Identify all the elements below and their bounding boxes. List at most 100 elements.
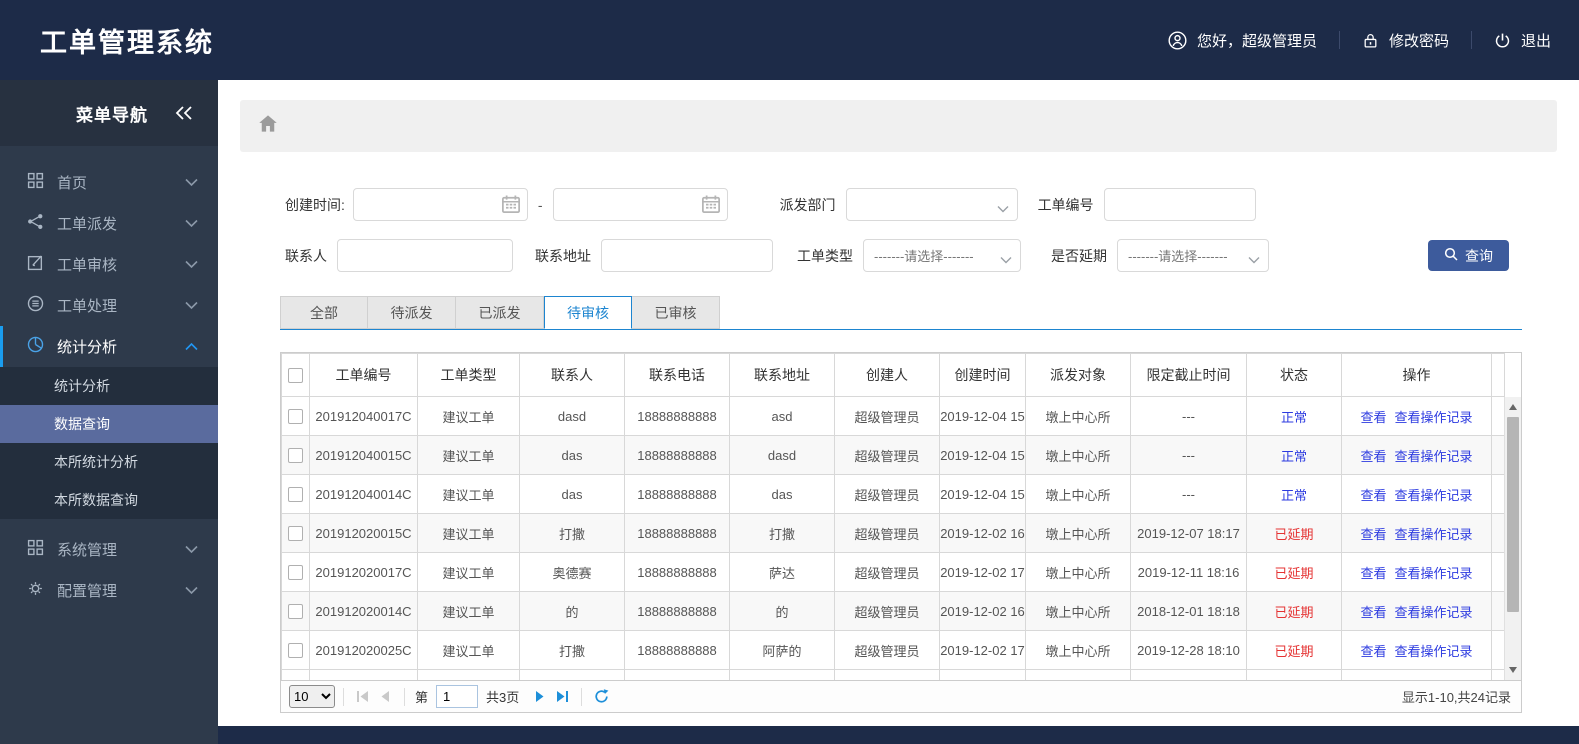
row-checkbox[interactable] <box>288 448 303 464</box>
row-checkbox[interactable] <box>288 565 303 581</box>
contact-input[interactable] <box>337 239 513 272</box>
change-password-label: 修改密码 <box>1388 32 1449 50</box>
scroll-down-icon[interactable] <box>1509 667 1517 673</box>
first-page-button[interactable] <box>352 690 375 703</box>
sidebar-item-review[interactable]: 工单审核 <box>0 244 218 285</box>
cell: 超级管理员 <box>834 396 940 436</box>
chevron-down-icon <box>997 201 1009 216</box>
power-icon <box>1494 32 1511 49</box>
sidebar-subitem-statistics-analysis[interactable]: 统计分析 <box>0 367 218 405</box>
chevron-down-icon <box>185 260 198 269</box>
chevron-down-icon <box>185 178 198 187</box>
gear-icon <box>27 580 44 601</box>
sidebar-subitem-data-query[interactable]: 数据查询 <box>0 405 218 443</box>
tab-to-review[interactable]: 待审核 <box>544 296 632 329</box>
sidebar-item-system[interactable]: 系统管理 <box>0 529 218 570</box>
view-link[interactable]: 查看 <box>1360 527 1386 542</box>
status-badge: 已延期 <box>1246 630 1342 670</box>
vertical-scrollbar[interactable] <box>1504 397 1521 680</box>
page-prefix: 第 <box>415 690 429 705</box>
page-size-select[interactable]: 10 <box>289 685 335 708</box>
view-log-link[interactable]: 查看操作记录 <box>1395 644 1473 659</box>
table-row: 201912020014C 建议工单的 18888888888 的超级管理员 2019-… <box>281 591 1505 631</box>
view-link[interactable]: 查看 <box>1360 488 1386 503</box>
row-checkbox[interactable] <box>288 604 303 620</box>
sidebar-collapse-icon[interactable] <box>174 105 194 121</box>
column-header: 限定截止时间 <box>1130 353 1247 397</box>
view-link[interactable]: 查看 <box>1360 410 1386 425</box>
user-greeting[interactable]: 您好，超级管理员 <box>1168 30 1317 51</box>
grid-icon <box>27 172 44 193</box>
order-type-select[interactable]: -------请选择------- <box>863 239 1021 272</box>
cell: 打撒 <box>519 630 625 670</box>
tab-all[interactable]: 全部 <box>280 296 368 329</box>
column-header: 操作 <box>1341 353 1492 397</box>
header-divider <box>1470 31 1472 49</box>
column-header: 工单编号 <box>309 353 418 397</box>
view-link[interactable]: 查看 <box>1360 644 1386 659</box>
sidebar-item-config[interactable]: 配置管理 <box>0 570 218 611</box>
cell: 18888888888 <box>624 552 730 592</box>
row-checkbox[interactable] <box>288 487 303 503</box>
cell: 超级管理员 <box>834 552 940 592</box>
view-log-link[interactable]: 查看操作记录 <box>1395 527 1473 542</box>
next-page-button[interactable] <box>529 690 550 703</box>
view-link[interactable]: 查看 <box>1360 605 1386 620</box>
status-badge: 正常 <box>1246 396 1342 436</box>
select-all-checkbox[interactable] <box>288 368 303 384</box>
sidebar-item-dispatch[interactable]: 工单派发 <box>0 203 218 244</box>
cell: das <box>729 474 835 514</box>
sidebar-item-statistics[interactable]: 统计分析 <box>0 326 218 367</box>
calendar-icon[interactable] <box>501 194 521 217</box>
last-page-button[interactable] <box>550 690 573 703</box>
cell: 墩上中心所 <box>1025 396 1131 436</box>
tab-dispatched[interactable]: 已派发 <box>456 296 544 329</box>
search-button[interactable]: 查询 <box>1428 240 1509 271</box>
tab-reviewed[interactable]: 已审核 <box>632 296 720 329</box>
grid-icon <box>27 539 44 560</box>
change-password-button[interactable]: 修改密码 <box>1362 30 1449 51</box>
prev-page-button[interactable] <box>375 690 396 703</box>
logout-button[interactable]: 退出 <box>1494 30 1551 51</box>
delay-select[interactable]: -------请选择------- <box>1117 239 1269 272</box>
row-checkbox[interactable] <box>288 526 303 542</box>
cell: 打撒 <box>519 513 625 553</box>
cell: 建议工单 <box>417 435 520 475</box>
sidebar-subitem-local-statistics[interactable]: 本所统计分析 <box>0 443 218 481</box>
sidebar-item-process[interactable]: 工单处理 <box>0 285 218 326</box>
refresh-button[interactable] <box>590 689 613 704</box>
view-log-link[interactable]: 查看操作记录 <box>1395 488 1473 503</box>
row-checkbox[interactable] <box>288 643 303 659</box>
scrollbar-thumb[interactable] <box>1507 417 1519 612</box>
row-checkbox[interactable] <box>288 409 303 425</box>
order-no-input[interactable] <box>1103 188 1256 221</box>
calendar-icon[interactable] <box>701 194 721 217</box>
cell: 201912020015C <box>309 513 418 553</box>
view-link[interactable]: 查看 <box>1360 566 1386 581</box>
sidebar-item-home[interactable]: 首页 <box>0 162 218 203</box>
view-log-link[interactable]: 查看操作记录 <box>1395 566 1473 581</box>
view-log-link[interactable]: 查看操作记录 <box>1395 410 1473 425</box>
table-row: 201912040014C 建议工单 das 18888888888 das 超级管理员 2… <box>281 474 1505 514</box>
app-title: 工单管理系统 <box>40 27 214 58</box>
page-number-input[interactable] <box>436 685 479 708</box>
column-header: 工单类型 <box>417 353 520 397</box>
view-link[interactable]: 查看 <box>1360 449 1386 464</box>
main-content: 创建时间: - 派发部门 工单编号 联系人 联系地址 工单类型 -------请… <box>218 80 1579 726</box>
cell: 2019-12-11 18:16 <box>1130 552 1247 592</box>
scroll-up-icon[interactable] <box>1509 404 1517 410</box>
header-divider <box>1338 31 1340 49</box>
view-log-link[interactable]: 查看操作记录 <box>1395 605 1473 620</box>
address-input[interactable] <box>601 239 773 272</box>
cell: 墩上中心所 <box>1025 513 1131 553</box>
tab-to-dispatch[interactable]: 待派发 <box>368 296 456 329</box>
home-icon[interactable] <box>258 114 278 138</box>
cell: --- <box>1130 474 1247 514</box>
cell: 打撒 <box>729 513 835 553</box>
pager-divider <box>581 687 583 706</box>
dispatch-dept-select[interactable] <box>845 188 1018 221</box>
view-log-link[interactable]: 查看操作记录 <box>1395 449 1473 464</box>
column-header: 联系电话 <box>624 353 730 397</box>
sidebar-subitem-local-data-query[interactable]: 本所数据查询 <box>0 481 218 519</box>
status-badge: 已延期 <box>1246 591 1342 631</box>
